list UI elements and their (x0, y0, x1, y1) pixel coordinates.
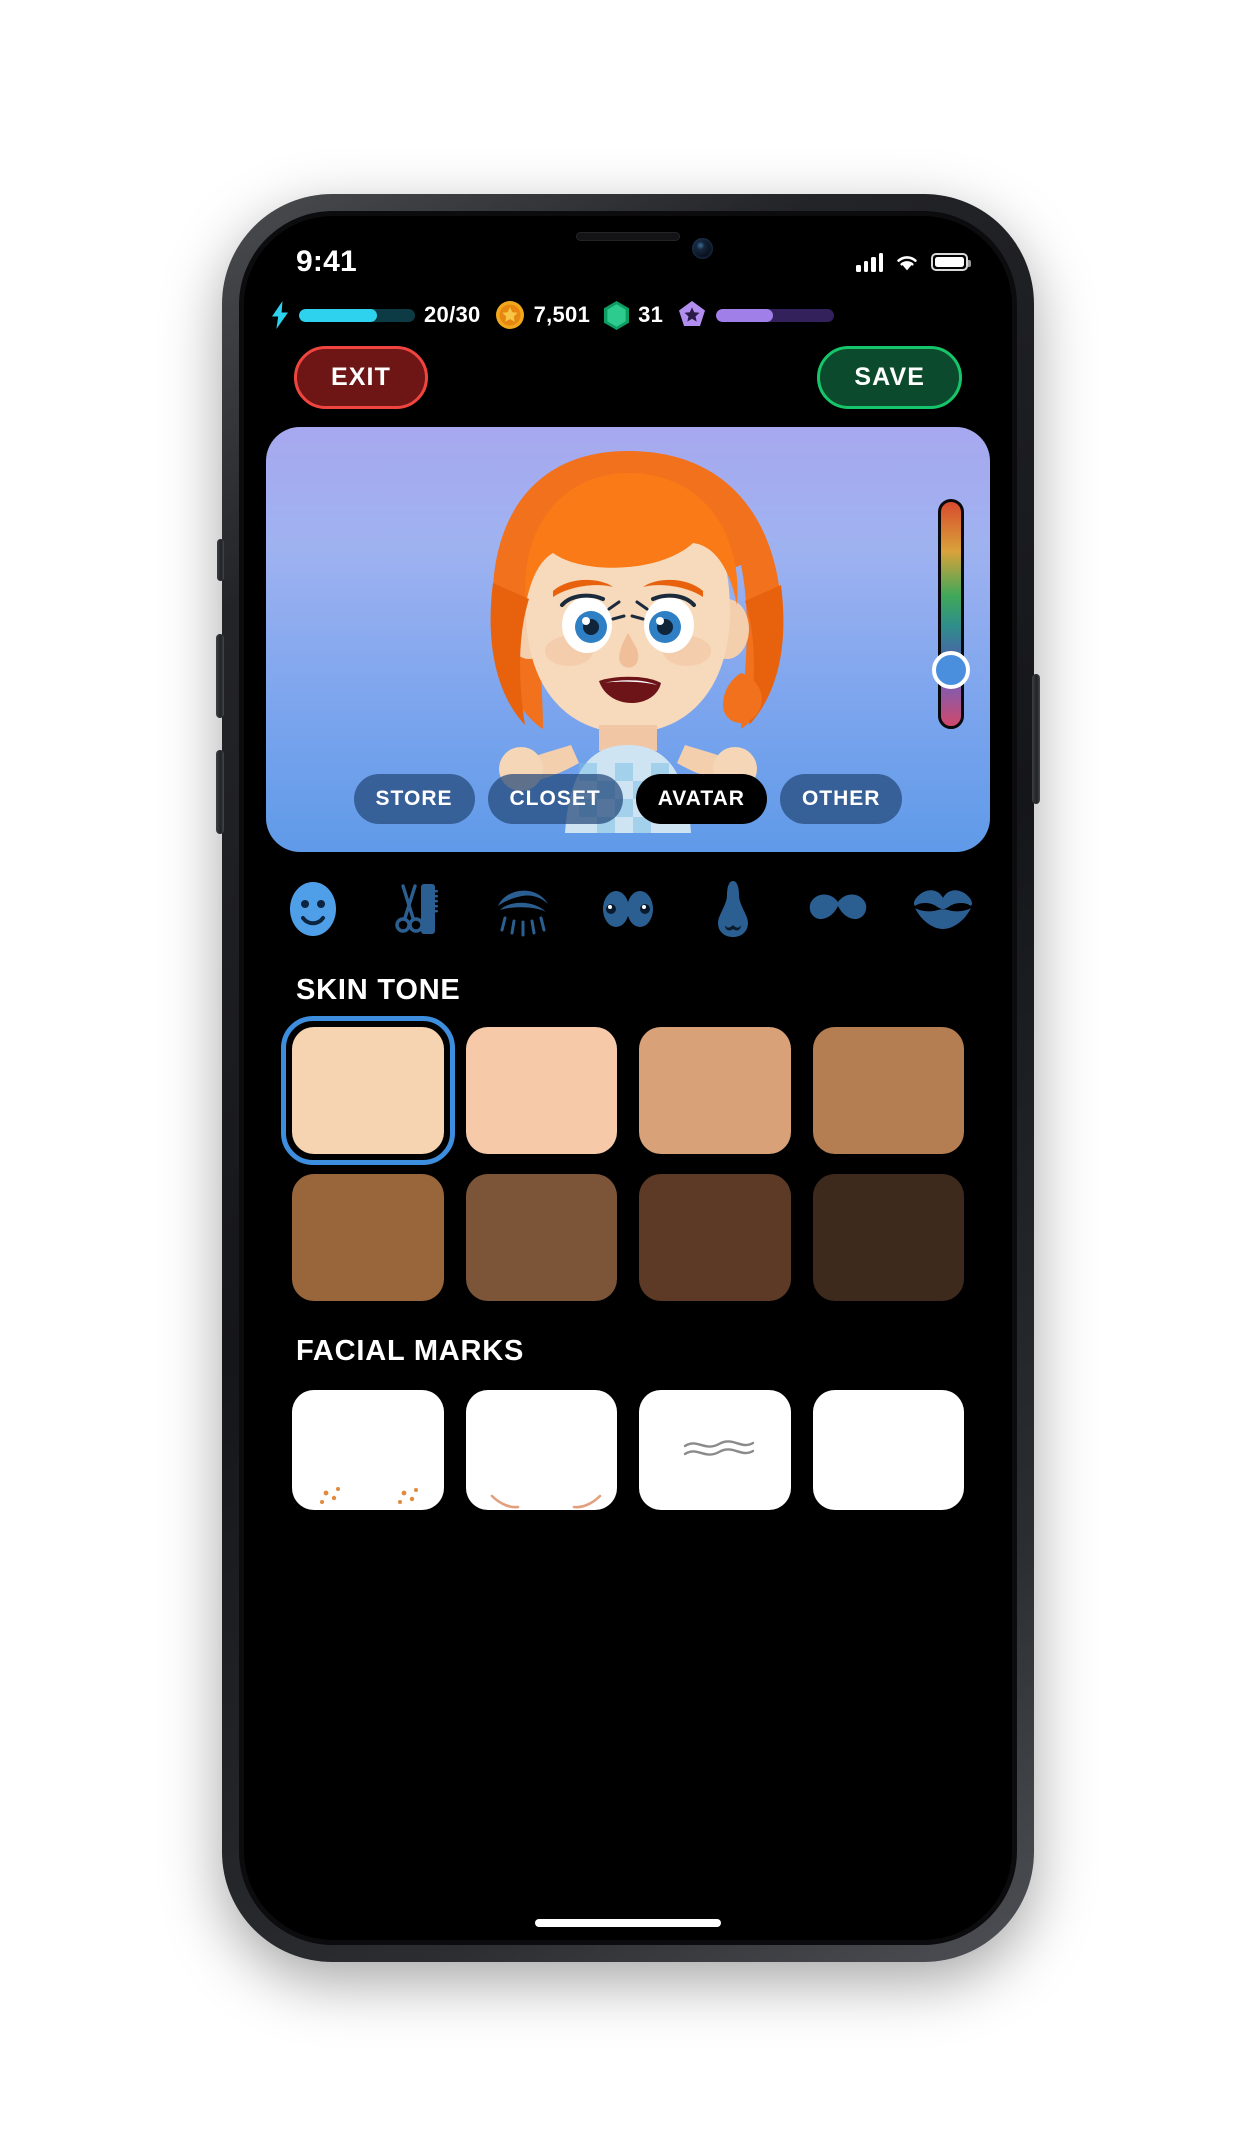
skin-swatch-3[interactable] (639, 1027, 791, 1154)
gem-icon (604, 300, 630, 330)
screenshot-canvas: 9:41 20/30 7,501 31 EXIT SAVE STORE CLOS… (0, 0, 1256, 2156)
category-tabs: STORE CLOSET AVATAR OTHER (266, 774, 990, 824)
power-button[interactable] (1032, 674, 1040, 804)
exit-button[interactable]: EXIT (294, 346, 428, 409)
wrinkles-mark[interactable] (639, 1390, 791, 1510)
energy-progress-track (299, 308, 415, 322)
skin-swatch-6[interactable] (465, 1174, 617, 1301)
face-icon[interactable] (282, 878, 344, 940)
freckles-mark[interactable] (292, 1390, 444, 1510)
cellular-bars-icon (856, 252, 883, 272)
none-mark[interactable] (812, 1390, 964, 1510)
skin-swatch-4[interactable] (812, 1027, 964, 1154)
energy-value: 20/30 (424, 302, 481, 327)
skin-swatch-1[interactable] (281, 1016, 454, 1165)
status-clock: 9:41 (296, 245, 357, 278)
tab-other[interactable]: OTHER (779, 774, 903, 824)
phone-bezel: 9:41 20/30 7,501 31 EXIT SAVE STORE CLOS… (239, 211, 1017, 1945)
skin-swatch-2[interactable] (465, 1027, 617, 1154)
status-indicators (856, 252, 971, 272)
home-indicator[interactable] (535, 1919, 721, 1927)
phone-frame: 9:41 20/30 7,501 31 EXIT SAVE STORE CLOS… (216, 194, 1040, 1962)
volume-down-button[interactable] (216, 750, 224, 834)
facial-marks-grid (244, 1368, 1012, 1510)
tab-store[interactable]: STORE (353, 774, 475, 824)
mustache-icon[interactable] (807, 878, 869, 940)
lips-icon[interactable] (912, 878, 974, 940)
resource-bar: 20/30 7,501 31 (244, 290, 1012, 330)
skin-tone-title: SKIN TONE (296, 974, 461, 1006)
lightning-bolt-icon (272, 301, 288, 329)
hair-icon[interactable] (387, 878, 449, 940)
tab-closet[interactable]: CLOSET (487, 774, 623, 824)
gem-counter[interactable]: 31 (604, 300, 664, 330)
color-hue-slider[interactable] (932, 499, 970, 729)
status-bar: 9:41 (244, 216, 1012, 290)
tab-avatar[interactable]: AVATAR (635, 774, 767, 824)
feature-icon-row (244, 852, 1012, 940)
energy-meter[interactable]: 20/30 (270, 301, 481, 329)
coin-star-icon (495, 301, 524, 329)
season-pass-meter[interactable] (677, 300, 835, 330)
coin-value: 7,501 (533, 302, 591, 327)
star-badge-icon (679, 301, 706, 326)
skin-swatch-5[interactable] (292, 1174, 444, 1301)
avatar-preview[interactable]: STORE CLOSET AVATAR OTHER (266, 427, 990, 852)
season-pass-progress-track (716, 308, 835, 322)
save-button[interactable]: SAVE (817, 346, 962, 409)
wifi-icon (897, 255, 917, 270)
volume-up-button[interactable] (216, 634, 224, 718)
phone-screen: 9:41 20/30 7,501 31 EXIT SAVE STORE CLOS… (244, 216, 1012, 1940)
action-row: EXIT SAVE (244, 330, 1012, 409)
eyes-icon[interactable] (597, 878, 659, 940)
skin-tone-grid (244, 1007, 1012, 1301)
hue-slider-handle[interactable] (932, 651, 970, 689)
skin-swatch-8[interactable] (812, 1174, 964, 1301)
gem-value: 31 (638, 302, 664, 327)
coin-counter[interactable]: 7,501 (495, 300, 591, 330)
skin-swatch-7[interactable] (639, 1174, 791, 1301)
nose-icon[interactable] (702, 878, 764, 940)
silent-switch[interactable] (217, 539, 224, 581)
facial-marks-title: FACIAL MARKS (296, 1335, 525, 1367)
eyebrow-icon[interactable] (492, 878, 554, 940)
blush-mark[interactable] (465, 1390, 617, 1510)
battery-full-icon (931, 253, 971, 271)
